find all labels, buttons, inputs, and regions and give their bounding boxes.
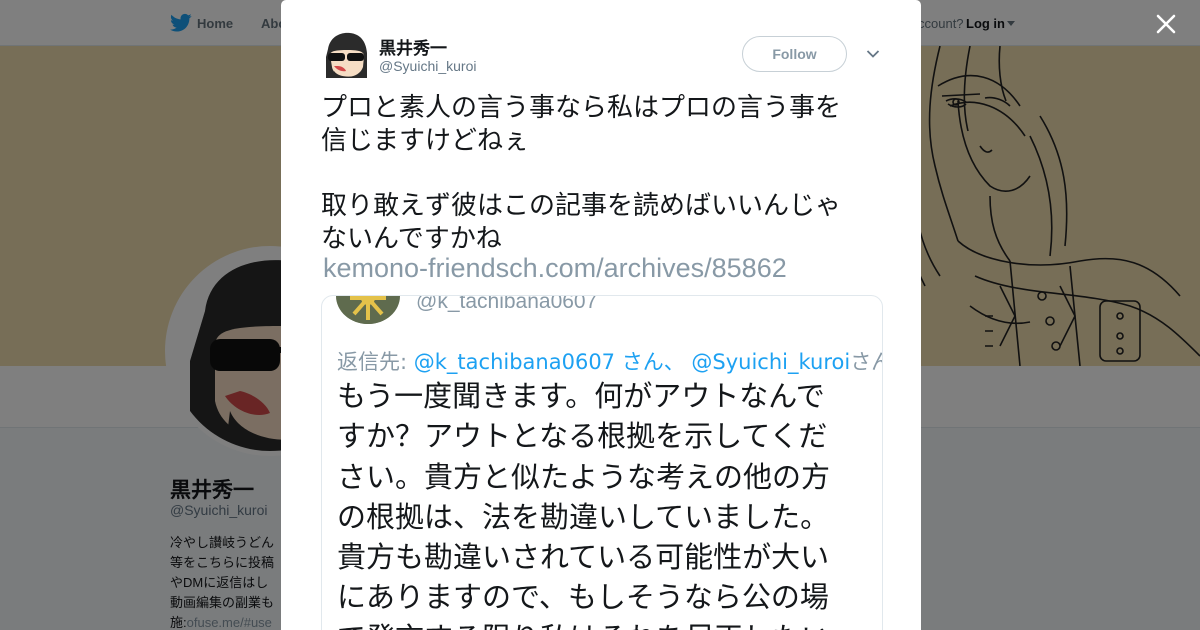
tweet-text-line: ないんですかね <box>321 224 502 254</box>
tweet-text-line: 信じますけどねぇ <box>321 126 530 156</box>
reply-mention-link[interactable]: @Syuichi_kuroi <box>691 350 850 374</box>
quoted-text-line: で発言する限り私はそれを尽正したい <box>337 618 877 630</box>
reply-separator: さん、 <box>615 350 692 374</box>
reply-suffix: さん <box>850 350 882 374</box>
author-avatar[interactable] <box>324 31 368 78</box>
quoted-tweet[interactable]: @k_tachibana0607 返信先: @k_tachibana0607 さ… <box>321 295 883 630</box>
tweet-text-line: 取り敢えず彼はこの記事を読めばいいんじゃ <box>321 191 842 221</box>
tweet-link[interactable]: kemono-friendsch.com/archives/85862 <box>323 253 787 284</box>
author-name[interactable]: 黒井秀一 <box>379 34 447 59</box>
quoted-author-avatar[interactable] <box>336 296 400 324</box>
tweet-modal: 黒井秀一 @Syuichi_kuroi Follow プロと素人の言う事なら私は… <box>281 0 921 630</box>
quoted-text-line: の根拠は、法を勘違いしていました。 <box>337 499 830 534</box>
reply-mention-link[interactable]: @k_tachibana0607 <box>414 350 615 374</box>
reply-context: 返信先: @k_tachibana0607 さん、 @Syuichi_kuroi… <box>337 346 882 376</box>
chevron-down-icon[interactable] <box>866 49 880 59</box>
quoted-text-line: すか？アウトとなる根拠を示してくだ <box>337 419 828 454</box>
quoted-author-handle[interactable]: @k_tachibana0607 <box>416 296 597 314</box>
quoted-text-line: さい。貴方と似たような考えの他の方 <box>337 459 831 494</box>
author-handle[interactable]: @Syuichi_kuroi <box>379 58 476 74</box>
emblem-avatar-image <box>338 296 398 324</box>
quoted-text-line: にありますので、もしそうなら公の場 <box>337 580 829 615</box>
close-icon[interactable] <box>1152 10 1180 38</box>
quoted-tweet-text: もう一度聞きます。何がアウトなんで すか？アウトとなる根拠を示してくだ さい。貴… <box>337 376 877 630</box>
quoted-text-line: 貴方も勘違いされている可能性が大い <box>337 540 830 575</box>
quoted-text-line: もう一度聞きます。何がアウトなんで <box>337 379 825 413</box>
tweet-text: プロと素人の言う事なら私はプロの言う事を 信じますけどねぇ 取り敢えず彼はこの記… <box>321 92 891 256</box>
reply-prefix: 返信先: <box>337 350 414 374</box>
tweet-text-line: プロと素人の言う事なら私はプロの言う事を <box>321 93 842 123</box>
follow-button[interactable]: Follow <box>742 36 847 72</box>
